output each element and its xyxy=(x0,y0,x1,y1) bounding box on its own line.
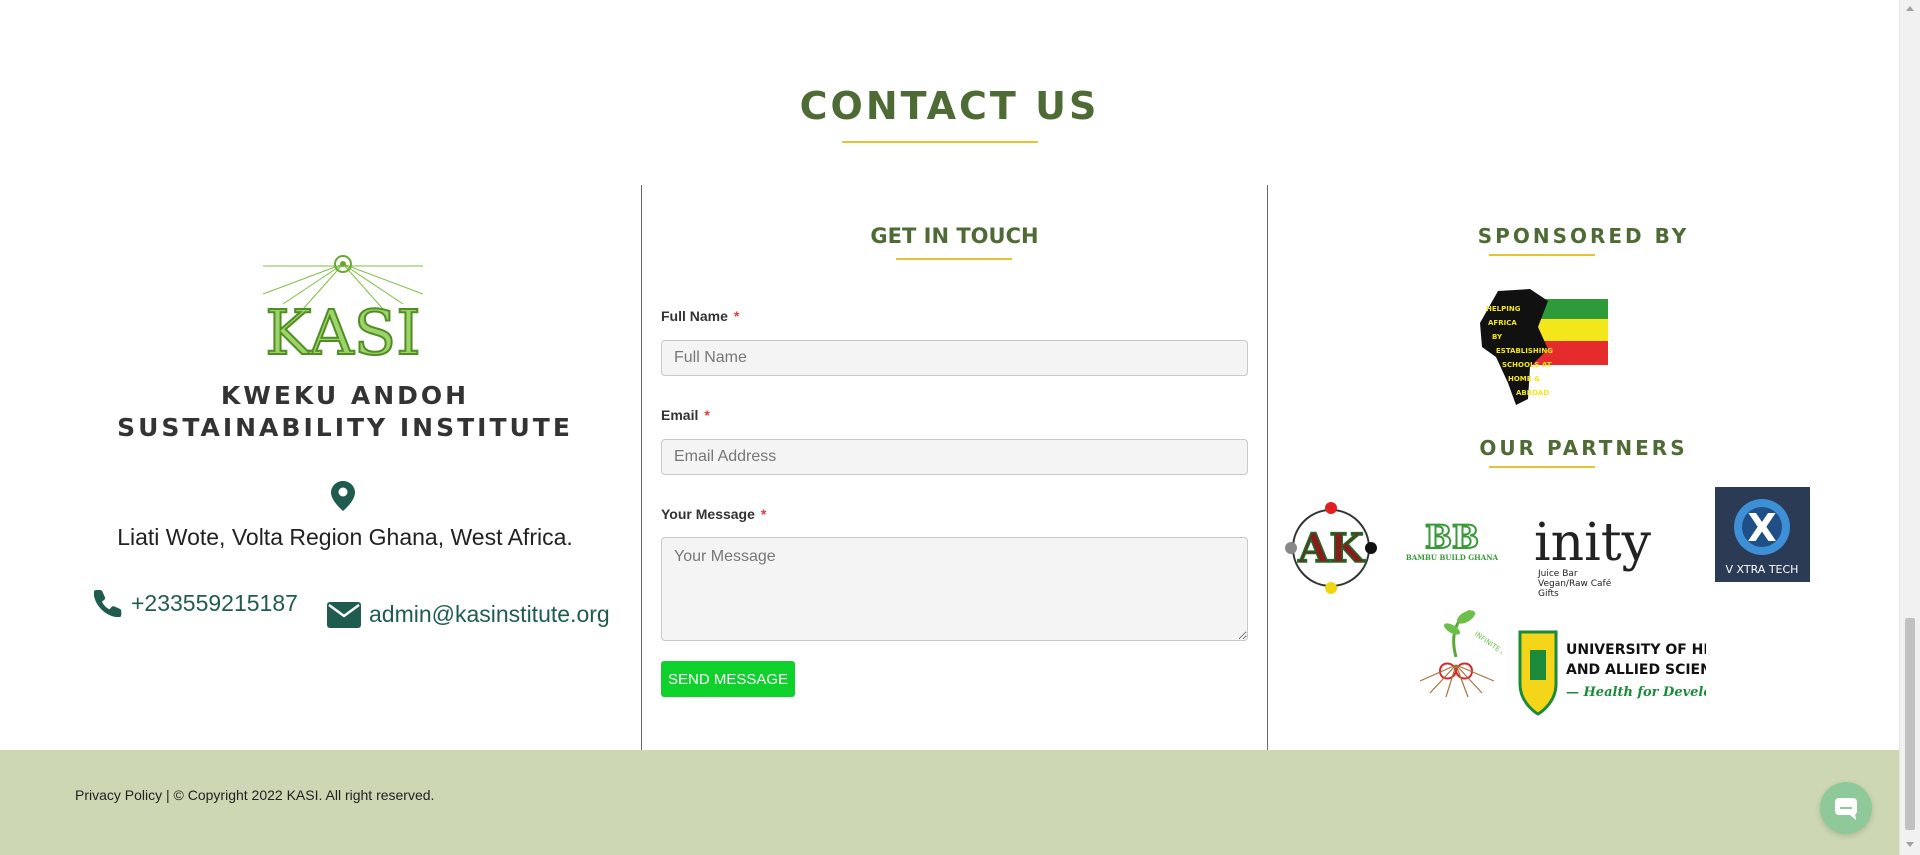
ak-partner-logo[interactable]: AK xyxy=(1283,500,1379,596)
ak-logo-text: AK xyxy=(1297,525,1365,572)
email-label-text: Email xyxy=(661,407,699,423)
footer-copyright[interactable]: Privacy Policy | © Copyright 2022 KASI. … xyxy=(75,787,434,803)
phone-link[interactable]: +233559215187 xyxy=(131,590,298,617)
contact-title: CONTACT US xyxy=(799,84,1100,128)
message-label: Your Message * xyxy=(661,506,766,522)
inity-item: Gifts xyxy=(1538,589,1559,599)
sponsored-by-underline xyxy=(1489,254,1595,256)
v-xtra-tech-logo[interactable]: X V XTRA TECH xyxy=(1715,487,1810,582)
bambu-build-ghana-logo[interactable]: BB BAMBU BUILD GHANA xyxy=(1402,518,1502,568)
envelope-icon xyxy=(327,602,361,628)
habesha-line: AFRICA xyxy=(1488,319,1517,327)
uhas-line2: AND ALLIED SCIENCES, HO xyxy=(1566,662,1706,678)
kasi-logo-text: KASI xyxy=(265,296,421,366)
chat-icon xyxy=(1835,798,1857,820)
required-asterisk: * xyxy=(704,407,710,423)
contact-title-underline xyxy=(842,141,1038,143)
our-partners-underline xyxy=(1489,466,1595,468)
chat-widget-button[interactable] xyxy=(1820,782,1872,834)
habesha-line: HELPING xyxy=(1486,305,1521,313)
full-name-label-text: Full Name xyxy=(661,308,728,324)
full-name-input[interactable] xyxy=(661,340,1248,376)
scroll-up-arrow-icon[interactable] xyxy=(1906,6,1914,11)
email-label: Email * xyxy=(661,407,710,423)
habesha-line: BY xyxy=(1492,333,1503,341)
our-partners-title: OUR PARTNERS xyxy=(1479,436,1688,460)
kasi-logo: KASI xyxy=(263,255,423,366)
page-scrollbar[interactable] xyxy=(1899,0,1920,855)
inity-word: inity xyxy=(1534,513,1652,573)
phone-icon xyxy=(94,590,122,617)
bambu-name: BAMBU BUILD GHANA xyxy=(1406,553,1499,562)
scroll-down-arrow-icon[interactable] xyxy=(1906,842,1914,847)
habesha-line: HOME & xyxy=(1508,375,1540,383)
email-link[interactable]: admin@kasinstitute.org xyxy=(369,601,610,628)
full-name-label: Full Name * xyxy=(661,308,739,324)
page: CONTACT US KASI KWEKU ANDOH SUSTAINABILI… xyxy=(0,0,1920,855)
contact-section: CONTACT US KASI KWEKU ANDOH SUSTAINABILI… xyxy=(0,0,1899,750)
get-in-touch-title: GET IN TOUCH xyxy=(870,224,1039,248)
get-in-touch-underline xyxy=(896,258,1012,260)
inity-item: Juice Bar xyxy=(1537,569,1578,579)
habesha-line: ABROAD xyxy=(1516,389,1549,397)
send-message-button[interactable]: SEND MESSAGE xyxy=(661,661,795,697)
message-label-text: Your Message xyxy=(661,506,755,522)
vxtra-name: V XTRA TECH xyxy=(1726,563,1799,576)
inity-item: Vegan/Raw Café xyxy=(1538,578,1612,589)
habesha-line: ESTABLISHING xyxy=(1496,347,1553,355)
uhas-line1: UNIVERSITY OF HEALTH xyxy=(1566,642,1706,658)
uhas-logo[interactable]: UNIVERSITY OF HEALTH AND ALLIED SCIENCES… xyxy=(1516,628,1706,720)
uhas-motto: — Health for Development — xyxy=(1566,685,1706,700)
vxtra-mark: X xyxy=(1747,506,1776,550)
habesha-line: SCHOOLS AT xyxy=(1502,361,1552,369)
inity-logo[interactable]: inity Juice Bar Vegan/Raw Café Gifts xyxy=(1528,510,1668,600)
habesha-sponsor-logo: HELPING AFRICA BY ESTABLISHING SCHOOLS A… xyxy=(1480,289,1608,405)
email-input[interactable] xyxy=(661,439,1248,475)
column-divider-left xyxy=(641,185,642,750)
sponsored-by-title: SPONSORED BY xyxy=(1477,224,1690,248)
required-asterisk: * xyxy=(733,308,740,324)
scrollbar-thumb[interactable] xyxy=(1905,618,1915,830)
address-text: Liati Wote, Volta Region Ghana, West Afr… xyxy=(117,524,573,550)
roots-text: INFINITE ROOTS xyxy=(1473,630,1502,669)
institute-name: KWEKU ANDOH SUSTAINABILITY INSTITUTE xyxy=(117,381,573,442)
required-asterisk: * xyxy=(760,506,767,522)
message-textarea[interactable] xyxy=(661,537,1248,641)
bambu-mark: BB xyxy=(1425,518,1479,556)
infinite-roots-logo[interactable]: INFINITE ROOTS xyxy=(1410,605,1502,700)
column-divider-right xyxy=(1267,185,1268,750)
location-pin-icon xyxy=(331,481,355,511)
